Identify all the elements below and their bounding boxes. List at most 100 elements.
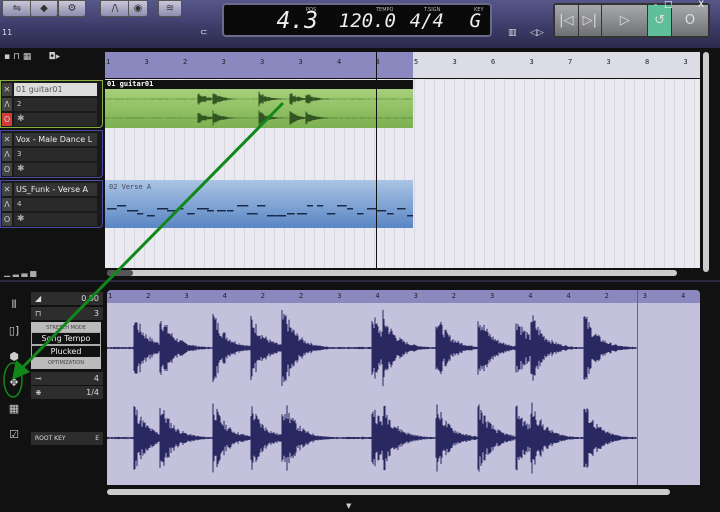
- mute-button[interactable]: ✕: [2, 83, 12, 96]
- midi-note[interactable]: [187, 213, 195, 215]
- collapse-arrow-icon[interactable]: ▼: [346, 502, 351, 510]
- midi-note[interactable]: [227, 210, 234, 212]
- record-arm-button[interactable]: O: [2, 213, 12, 226]
- midi-note[interactable]: [247, 213, 258, 215]
- volume-field[interactable]: ◢ 0.00: [31, 292, 103, 305]
- midi-note[interactable]: [107, 208, 117, 210]
- loop-range[interactable]: [105, 52, 413, 78]
- waveform-path: [106, 309, 637, 387]
- midi-clip-verse[interactable]: 02 Verse A: [105, 180, 413, 228]
- ruler-label: 4: [337, 58, 342, 66]
- solo-button[interactable]: Λ: [2, 148, 12, 161]
- cube-tool-icon[interactable]: ⬢: [2, 344, 26, 370]
- track-name[interactable]: Vox - Male Dance L: [14, 133, 97, 146]
- track-zoom[interactable]: ▁ ▂ ▃ ▅: [4, 268, 36, 277]
- mixer-button[interactable]: ⇋: [2, 0, 32, 17]
- fx-icon[interactable]: ✱: [14, 213, 97, 226]
- record-button[interactable]: ◉: [128, 0, 148, 17]
- forward-button[interactable]: ▷|: [578, 5, 602, 36]
- midi-note[interactable]: [127, 210, 139, 212]
- close-button[interactable]: X: [698, 0, 704, 10]
- playhead[interactable]: [376, 52, 377, 268]
- plug-icon[interactable]: ⊂: [200, 28, 208, 38]
- grid-tool-icon[interactable]: ▦: [2, 396, 26, 422]
- midi-note[interactable]: [137, 213, 144, 215]
- arrange-ruler[interactable]: 1323334353637383: [105, 52, 700, 78]
- top-toolbar: ⇋ ◆ ⚙ /\ ◉ ≋ 11 ⊂ POS 4.3 TEMPO 120.0 T.…: [0, 0, 720, 48]
- audio-clip-guitar[interactable]: 01 guitar01: [105, 80, 413, 128]
- pos-value[interactable]: 4.3: [254, 8, 318, 34]
- midi-note[interactable]: [317, 205, 324, 207]
- track-header[interactable]: ✕ Vox - Male Dance L Λ 3 O ✱: [0, 130, 103, 178]
- key-value[interactable]: G: [449, 10, 481, 32]
- arrange-vscrollbar[interactable]: [703, 52, 709, 272]
- editor-ruler[interactable]: 1 2 3 4 2 2 3 4 3 2 3 4 4 2 3 4: [107, 290, 700, 303]
- transpose-field[interactable]: ⊓ 3: [31, 307, 103, 320]
- mute-button[interactable]: ✕: [2, 133, 12, 146]
- midi-note[interactable]: [147, 215, 155, 217]
- mixer-tool-icon[interactable]: ⦀: [2, 292, 26, 318]
- track-name[interactable]: US_Funk - Verse A: [14, 183, 97, 196]
- midi-note[interactable]: [397, 208, 406, 210]
- record-arm-button[interactable]: O: [2, 163, 12, 176]
- speaker-icon[interactable]: ◁▷: [530, 28, 544, 38]
- ruler-label: 4: [528, 292, 533, 300]
- editor-waveform[interactable]: [106, 303, 700, 485]
- wifi-button[interactable]: ≋: [158, 0, 182, 17]
- maximize-button[interactable]: □: [664, 0, 673, 10]
- beats-field[interactable]: ⊸ 4: [31, 372, 103, 385]
- midi-note[interactable]: [297, 213, 308, 215]
- midi-note[interactable]: [357, 213, 364, 215]
- waveform-path: [106, 402, 637, 474]
- stretch-mode-select[interactable]: Song Tempo: [31, 332, 101, 345]
- gear-button[interactable]: ⚙: [58, 0, 86, 17]
- beats-value: 4: [93, 374, 99, 383]
- mute-button[interactable]: ✕: [2, 183, 12, 196]
- cube-button[interactable]: ◆: [30, 0, 58, 17]
- rewind-button[interactable]: |◁: [555, 5, 578, 36]
- bracket-tool-icon[interactable]: ▯]: [2, 318, 26, 344]
- keyboard-icon[interactable]: ▥: [508, 28, 517, 38]
- solo-button[interactable]: Λ: [2, 98, 12, 111]
- tempo-value[interactable]: 120.0: [324, 10, 396, 32]
- midi-note[interactable]: [267, 215, 277, 217]
- fx-icon[interactable]: ✱: [14, 113, 97, 126]
- editor-hscrollbar[interactable]: [107, 489, 670, 495]
- solo-button[interactable]: Λ: [2, 198, 12, 211]
- midi-note[interactable]: [157, 208, 169, 210]
- tsign-value[interactable]: 4/4: [404, 10, 444, 32]
- arrange-hscrollbar[interactable]: [107, 270, 677, 276]
- root-key-field[interactable]: ROOT KEY E: [31, 432, 103, 445]
- grid-field[interactable]: ⧻ 1/4: [31, 386, 103, 399]
- midi-note[interactable]: [407, 215, 413, 217]
- play-button[interactable]: ▷: [602, 5, 648, 36]
- track-header[interactable]: ✕ 01 guitar01 Λ 2 O ✱: [0, 80, 103, 128]
- minimize-button[interactable]: -: [654, 0, 657, 10]
- midi-note[interactable]: [387, 213, 394, 215]
- midi-note[interactable]: [257, 205, 266, 207]
- midi-note[interactable]: [197, 208, 209, 210]
- midi-note[interactable]: [377, 210, 387, 212]
- midi-note[interactable]: [167, 210, 178, 212]
- track-name[interactable]: 01 guitar01: [14, 83, 97, 96]
- midi-note[interactable]: [237, 205, 249, 207]
- midi-note[interactable]: [337, 205, 347, 207]
- fx-icon[interactable]: ✱: [14, 163, 97, 176]
- midi-note[interactable]: [327, 213, 336, 215]
- midi-note[interactable]: [207, 210, 214, 212]
- track-tools[interactable]: ▪ ⊓ ▦ ◘▸: [4, 52, 60, 62]
- midi-note[interactable]: [307, 205, 314, 207]
- editor-playhead[interactable]: [637, 290, 638, 485]
- track-header[interactable]: ✕ US_Funk - Verse A Λ 4 O ✱: [0, 180, 103, 228]
- move-tool-icon[interactable]: ✥: [2, 370, 26, 396]
- midi-note[interactable]: [217, 210, 226, 212]
- midi-note[interactable]: [117, 205, 127, 207]
- record-arm-button[interactable]: O: [2, 113, 12, 126]
- ruler-label: 1: [106, 58, 111, 66]
- midi-note[interactable]: [347, 208, 354, 210]
- midi-note[interactable]: [287, 213, 295, 215]
- checklist-icon[interactable]: ☑: [2, 422, 26, 448]
- midi-note[interactable]: [177, 208, 184, 210]
- midi-note[interactable]: [277, 215, 287, 217]
- envelope-button[interactable]: /\: [100, 0, 130, 17]
